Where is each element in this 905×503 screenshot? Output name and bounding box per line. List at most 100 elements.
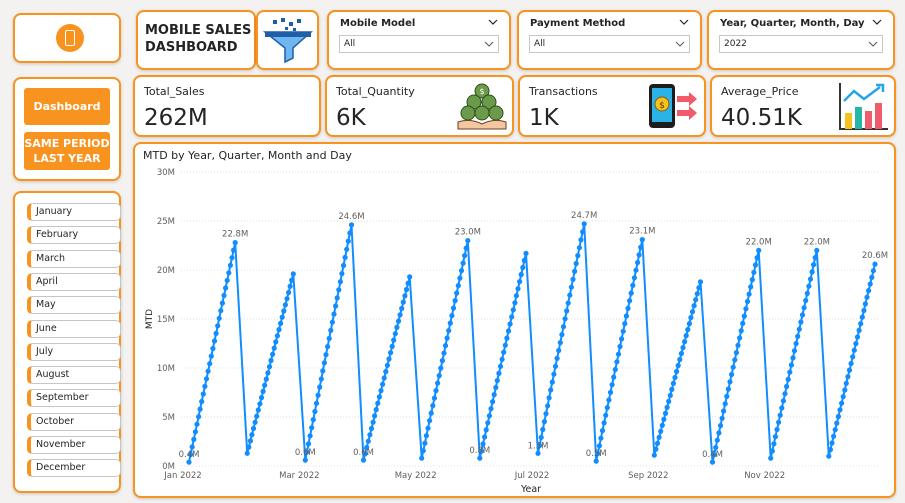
data-point[interactable] <box>565 300 571 306</box>
data-point[interactable] <box>562 316 568 322</box>
data-point[interactable] <box>654 440 661 446</box>
data-point[interactable] <box>520 264 526 271</box>
data-point[interactable] <box>614 359 620 365</box>
data-point[interactable] <box>785 376 791 382</box>
data-point[interactable] <box>862 301 869 307</box>
data-point[interactable] <box>675 362 681 369</box>
data-point[interactable] <box>284 296 290 302</box>
data-point[interactable] <box>559 332 565 338</box>
data-point[interactable] <box>496 370 502 376</box>
data-point[interactable] <box>560 324 567 330</box>
data-point[interactable] <box>724 393 730 399</box>
data-point[interactable] <box>347 230 353 236</box>
data-point[interactable] <box>872 261 878 267</box>
data-point[interactable] <box>373 407 379 413</box>
data-point[interactable] <box>851 347 857 353</box>
data-point[interactable] <box>279 314 285 320</box>
data-point[interactable] <box>840 394 846 400</box>
mobile-model-select[interactable]: All <box>339 35 499 53</box>
data-point[interactable] <box>430 403 436 409</box>
data-point[interactable] <box>795 333 801 339</box>
data-point[interactable] <box>244 450 250 456</box>
data-point[interactable] <box>313 400 320 406</box>
month-option-april[interactable]: April <box>27 272 121 291</box>
data-point[interactable] <box>523 250 529 256</box>
data-point[interactable] <box>814 247 820 253</box>
data-point[interactable] <box>317 384 323 390</box>
data-point[interactable] <box>402 293 408 299</box>
data-point[interactable] <box>811 262 817 268</box>
data-point[interactable] <box>254 413 260 419</box>
data-point[interactable] <box>749 277 755 283</box>
data-point[interactable] <box>538 434 544 440</box>
data-point[interactable] <box>273 339 279 345</box>
data-point[interactable] <box>342 254 348 260</box>
data-point[interactable] <box>218 308 224 314</box>
data-point[interactable] <box>447 320 453 326</box>
data-point[interactable] <box>831 433 837 439</box>
data-point[interactable] <box>667 392 673 398</box>
data-point[interactable] <box>541 419 547 425</box>
data-point[interactable] <box>266 364 273 370</box>
data-point[interactable] <box>625 305 631 311</box>
data-point[interactable] <box>502 342 508 348</box>
data-point[interactable] <box>806 283 812 289</box>
data-point[interactable] <box>638 244 644 250</box>
data-point[interactable] <box>378 388 384 394</box>
data-point[interactable] <box>515 286 521 292</box>
data-point[interactable] <box>599 428 606 434</box>
data-point[interactable] <box>620 328 626 334</box>
data-point[interactable] <box>249 432 255 438</box>
month-option-february[interactable]: February <box>27 226 121 245</box>
data-point[interactable] <box>449 313 455 319</box>
data-point[interactable] <box>365 438 371 444</box>
data-point[interactable] <box>420 448 426 454</box>
data-point[interactable] <box>846 367 853 373</box>
data-point[interactable] <box>463 245 469 251</box>
data-point[interactable] <box>231 247 237 253</box>
data-point[interactable] <box>462 253 468 259</box>
data-point[interactable] <box>727 379 733 385</box>
data-point[interactable] <box>323 352 329 358</box>
data-point[interactable] <box>444 335 450 341</box>
data-point[interactable] <box>737 335 743 341</box>
data-point[interactable] <box>483 427 489 433</box>
data-point[interactable] <box>221 292 227 299</box>
data-point[interactable] <box>670 380 677 386</box>
data-point[interactable] <box>554 355 560 361</box>
data-point[interactable] <box>265 370 271 376</box>
data-point[interactable] <box>509 314 515 320</box>
data-point[interactable] <box>375 400 381 406</box>
data-point[interactable] <box>535 450 541 456</box>
data-point[interactable] <box>798 319 804 325</box>
data-point[interactable] <box>403 286 410 293</box>
data-point[interactable] <box>653 446 659 452</box>
data-point[interactable] <box>274 333 280 339</box>
month-option-march[interactable]: March <box>27 249 121 268</box>
data-point[interactable] <box>740 320 746 326</box>
data-point[interactable] <box>485 420 491 426</box>
data-point[interactable] <box>576 245 582 251</box>
data-point[interactable] <box>435 380 441 386</box>
data-point[interactable] <box>551 371 557 377</box>
data-point[interactable] <box>186 459 192 465</box>
data-point[interactable] <box>488 406 494 412</box>
data-point[interactable] <box>612 366 618 373</box>
dashboard-button[interactable]: Dashboard <box>24 88 110 125</box>
data-point[interactable] <box>842 387 848 393</box>
data-point[interactable] <box>694 291 700 297</box>
data-point[interactable] <box>596 443 602 449</box>
data-point[interactable] <box>505 328 512 334</box>
data-point[interactable] <box>843 380 849 386</box>
data-point[interactable] <box>623 313 629 319</box>
data-point[interactable] <box>807 276 814 282</box>
data-point[interactable] <box>339 271 345 277</box>
data-point[interactable] <box>504 335 510 341</box>
data-point[interactable] <box>202 383 208 389</box>
data-point[interactable] <box>501 349 507 355</box>
data-point[interactable] <box>192 429 198 435</box>
data-point[interactable] <box>776 419 782 425</box>
data-point[interactable] <box>270 351 276 357</box>
data-point[interactable] <box>845 374 851 380</box>
data-point[interactable] <box>370 419 376 425</box>
